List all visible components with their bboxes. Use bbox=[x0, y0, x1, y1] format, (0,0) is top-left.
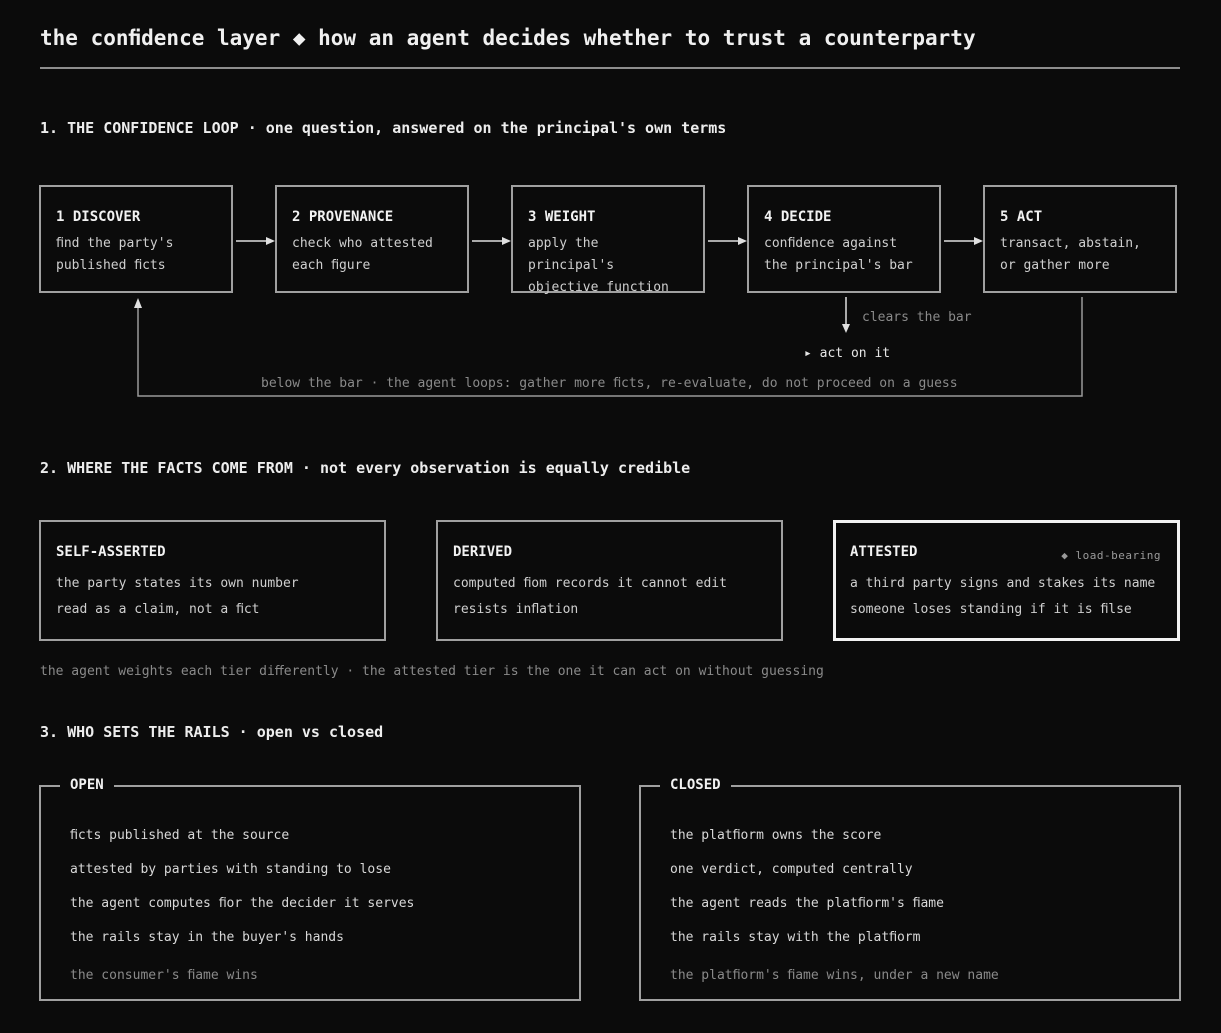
rail-open-footer: the consumer's ﬁame wins bbox=[70, 968, 258, 983]
rail-closed-footer: the platﬁorm's ﬁame wins, under a new na… bbox=[670, 968, 999, 983]
rail-open-item: attested by parties with standing to los… bbox=[70, 862, 391, 877]
tier-line: computed ﬁom records it cannot edit bbox=[453, 576, 727, 591]
tier-title: SELF-ASSERTED bbox=[56, 544, 166, 560]
tier-line: someone loses standing if it is ﬁlse bbox=[850, 602, 1132, 617]
rail-open-title: OPEN bbox=[60, 777, 114, 793]
tier-derived: DERIVED computed ﬁom records it cannot e… bbox=[436, 520, 783, 641]
rail-open-item: the agent computes ﬁor the decider it se… bbox=[70, 896, 415, 911]
rail-closed-title: CLOSED bbox=[660, 777, 731, 793]
tier-footnote: the agent weights each tier diﬀerently ·… bbox=[40, 664, 824, 679]
arrowhead-icon bbox=[266, 237, 275, 245]
tier-line: read as a claim, not a ﬁct bbox=[56, 602, 260, 617]
tier-attested: ATTESTED ◆ load-bearing a third party si… bbox=[833, 520, 1180, 641]
rail-closed-item: one verdict, computed centrally bbox=[670, 862, 913, 877]
rail-closed-item: the agent reads the platﬁorm's ﬁame bbox=[670, 896, 944, 911]
arrowhead-icon bbox=[502, 237, 511, 245]
tier-self-asserted: SELF-ASSERTED the party states its own n… bbox=[39, 520, 386, 641]
tier-line: a third party signs and stakes its name bbox=[850, 576, 1156, 591]
section-2-heading: 2. WHERE THE FACTS COME FROM · not every… bbox=[40, 459, 691, 477]
act-on-it-label: ▸ act on it bbox=[804, 346, 891, 361]
arrowhead-icon bbox=[842, 324, 850, 333]
rail-open-item: the rails stay in the buyer's hands bbox=[70, 930, 344, 945]
load-bearing-tag: ◆ load-bearing bbox=[1061, 549, 1161, 562]
loop-label: below the bar · the agent loops: gather … bbox=[259, 376, 960, 391]
clears-bar-label: clears the bar bbox=[862, 310, 972, 325]
rail-open-item: ﬁcts published at the source bbox=[70, 828, 290, 843]
tier-line: resists inﬂation bbox=[453, 602, 579, 617]
section-3-heading: 3. WHO SETS THE RAILS · open vs closed bbox=[40, 723, 384, 741]
rail-closed-item: the platﬁorm owns the score bbox=[670, 828, 882, 843]
arrowhead-icon bbox=[738, 237, 747, 245]
loop-arrowhead-icon bbox=[134, 298, 142, 308]
rail-closed-item: the rails stay with the platﬁorm bbox=[670, 930, 921, 945]
tier-line: the party states its own number bbox=[56, 576, 299, 591]
arrowhead-icon bbox=[974, 237, 983, 245]
tier-title: DERIVED bbox=[453, 544, 513, 560]
